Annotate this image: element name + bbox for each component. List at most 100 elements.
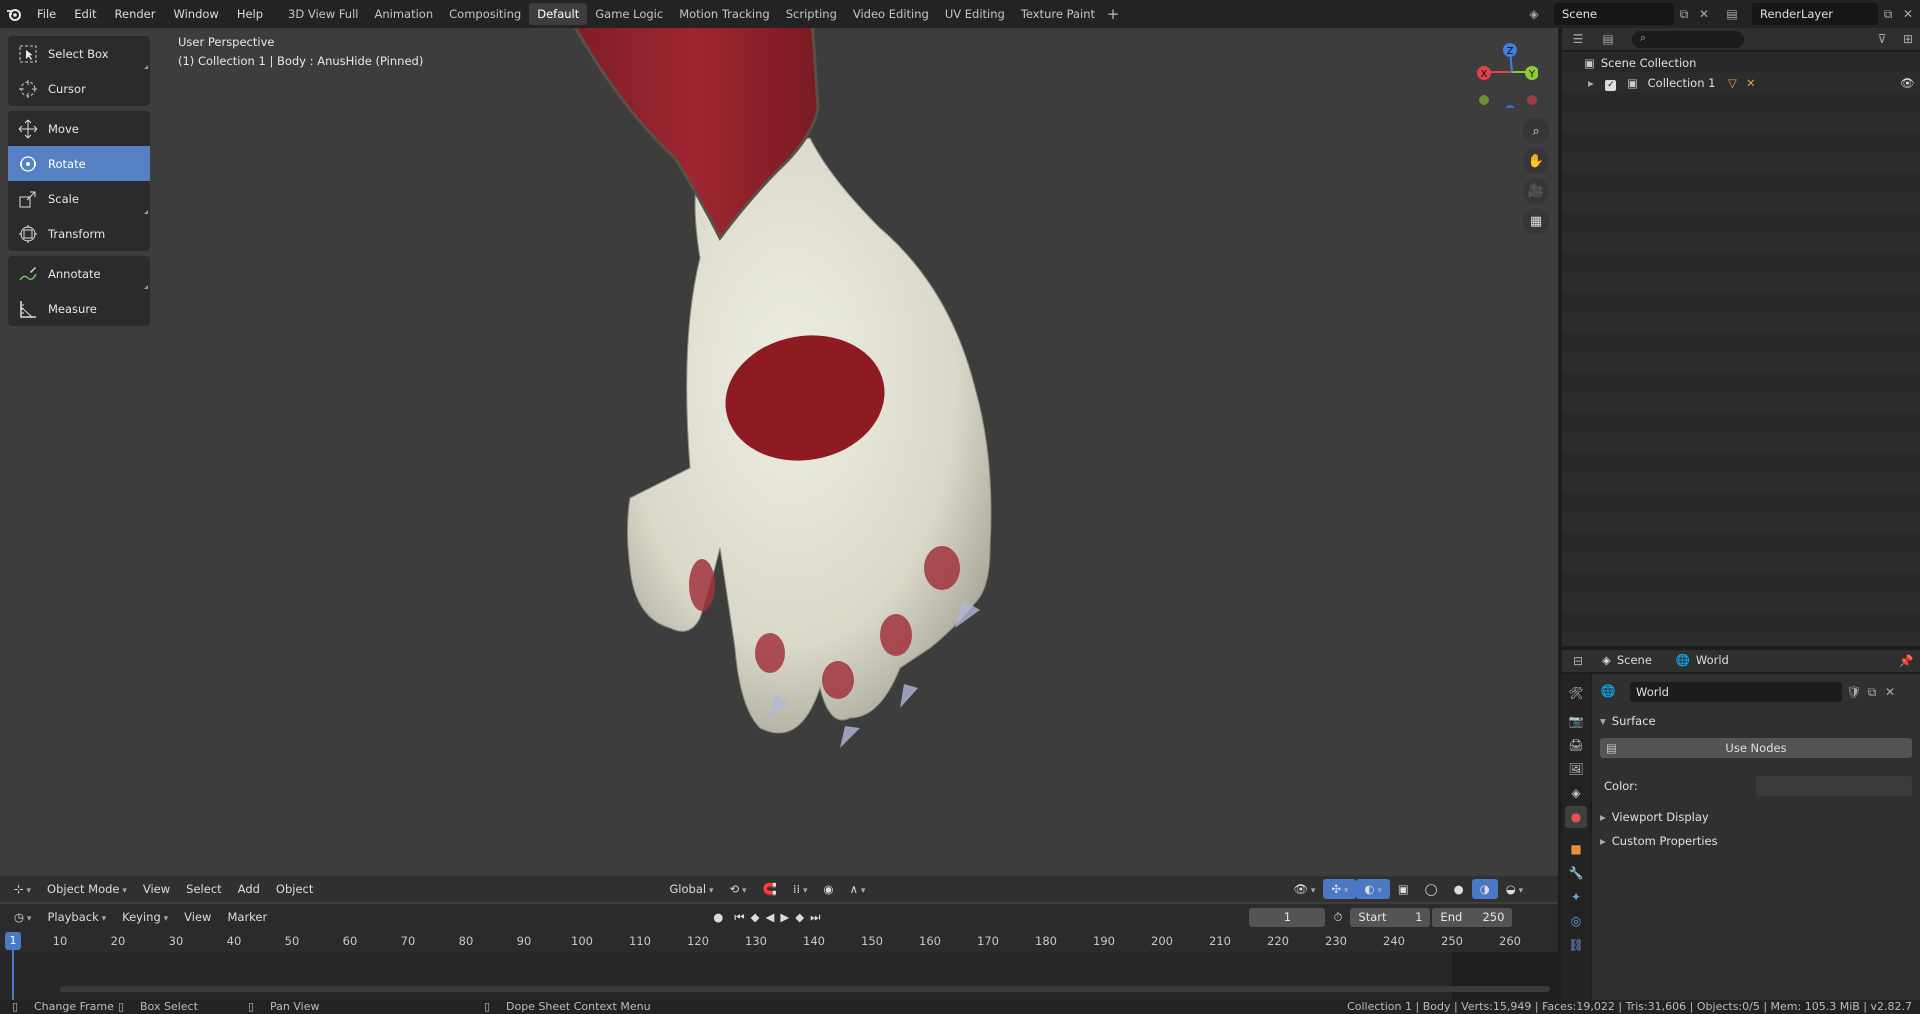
prev-keyframe-icon[interactable]: ◆ [748,907,763,927]
renderlayer-new-icon[interactable]: ⧉ [1878,4,1898,24]
object-tab-icon[interactable]: ■ [1565,838,1587,860]
navigation-gizmo[interactable]: X Y Z [1468,38,1539,115]
tab-scripting[interactable]: Scripting [778,3,845,25]
pivot-icon[interactable]: ⟲ [721,879,754,899]
snap-icon[interactable]: 🧲 [755,879,785,899]
world-browse-icon[interactable]: 🌐 [1598,681,1618,701]
orientation-dropdown[interactable]: Global [661,879,721,899]
timeline-editor-icon[interactable]: ◷ [6,907,39,927]
tab-motion-tracking[interactable]: Motion Tracking [671,3,778,25]
scene-tab-icon[interactable]: ◈ [1565,782,1587,804]
tool-cursor[interactable]: Cursor [8,71,150,106]
world-unlink-icon[interactable]: ✕ [1880,682,1900,702]
visibility-eye-icon[interactable]: 👁 [1900,73,1915,93]
world-new-icon[interactable]: ⧉ [1862,682,1882,702]
expand-arrow-icon[interactable]: ▸ [1588,76,1594,90]
menu-render[interactable]: Render [106,0,165,28]
jump-start-icon[interactable]: ⏮ [731,907,747,927]
scene-browse-icon[interactable]: ◈ [1524,4,1544,24]
tool-transform[interactable]: Transform [8,216,150,251]
tool-measure[interactable]: Measure [8,291,150,326]
particles-tab-icon[interactable]: ✦ [1565,886,1587,908]
play-icon[interactable]: ▶ [777,907,792,927]
menu-view[interactable]: View [135,879,178,899]
3d-viewport[interactable]: User Perspective (1) Collection 1 | Body… [0,28,1558,904]
playhead-line[interactable] [12,950,14,1000]
tool-select-box[interactable]: Select Box [8,36,150,71]
shading-wireframe-icon[interactable]: ◯ [1417,879,1446,899]
properties-editor-icon[interactable]: ⊟ [1568,651,1588,671]
overlay-toggle-icon[interactable]: ◐ [1356,879,1390,899]
menu-help[interactable]: Help [228,0,272,28]
tab-texture-paint[interactable]: Texture Paint [1013,3,1103,25]
timeline-track-area[interactable] [0,952,1558,1000]
scene-new-icon[interactable]: ⧉ [1674,4,1694,24]
include-checkbox-icon[interactable]: ✓ [1605,80,1617,91]
falloff-icon[interactable]: ∧ [842,879,874,899]
constraints-tab-icon[interactable]: ⛓ [1565,934,1587,956]
pan-hand-icon[interactable]: ✋ [1523,148,1549,174]
play-reverse-icon[interactable]: ◀ [763,907,778,927]
outliner-scene-collection[interactable]: ▣ Scene Collection [1584,53,1696,73]
end-frame-field[interactable]: End 250 [1432,907,1513,927]
surface-panel-header[interactable]: ▾ Surface [1600,714,1656,728]
tool-rotate[interactable]: Rotate [8,146,150,181]
menu-select[interactable]: Select [178,879,229,899]
jump-end-icon[interactable]: ⏭ [807,907,823,927]
menu-timeline-view[interactable]: View [176,907,219,927]
scene-name-field[interactable]: Scene [1554,3,1674,25]
preview-range-icon[interactable]: ⏱ [1325,907,1350,927]
add-workspace-icon[interactable]: + [1103,5,1123,23]
blender-logo-icon[interactable] [0,0,28,28]
tool-move[interactable]: Move [8,111,150,146]
renderlayer-close-icon[interactable]: ✕ [1898,4,1918,24]
menu-file[interactable]: File [28,0,65,28]
pin-icon[interactable]: 📌 [1896,651,1916,671]
shading-solid-icon[interactable]: ● [1446,879,1472,899]
playhead-frame-indicator[interactable]: 1 [5,932,21,950]
new-collection-icon[interactable]: ⊞ [1898,29,1918,49]
shading-material-icon[interactable]: ◑ [1471,879,1498,899]
outliner-collection-1[interactable]: ▸ ✓ ▣ Collection 1 ▽ ✕ 👁 [1588,73,1920,93]
editor-type-icon[interactable]: ⊹ [6,879,39,899]
view-layer-tab-icon[interactable]: 🖼 [1565,758,1587,780]
camera-icon[interactable]: 🎥 [1523,178,1549,204]
world-tab-icon[interactable]: ● [1565,806,1587,828]
xray-icon[interactable]: ▣ [1390,879,1417,899]
outliner-search-input[interactable]: ⌕ [1632,31,1744,48]
use-nodes-button[interactable]: ▤ Use Nodes [1600,738,1912,758]
menu-playback[interactable]: Playback [39,907,114,927]
gizmo-toggle-icon[interactable]: ✣ [1323,879,1357,899]
filter-icon[interactable]: ⊽ [1872,29,1892,49]
shading-rendered-icon[interactable]: ◒ [1498,879,1531,899]
timeline-scrollbar[interactable] [60,986,1550,992]
menu-object[interactable]: Object [268,879,321,899]
object-mode-dropdown[interactable]: Object Mode [39,879,135,899]
snap-target-icon[interactable]: ⁞⁞ [785,879,816,899]
tab-3d-view-full[interactable]: 3D View Full [280,3,366,25]
tool-tab-icon[interactable]: 🛠 [1565,682,1587,704]
timeline-ruler[interactable]: 10 20 30 40 50 60 70 80 90 100 110 120 130 140 150 160 1… [0,930,1558,952]
custom-properties-panel-header[interactable]: ▸ Custom Properties [1600,834,1718,848]
display-mode-icon[interactable]: ▤ [1598,29,1618,49]
tool-annotate[interactable]: Annotate [8,256,150,291]
viewport-display-panel-header[interactable]: ▸ Viewport Display [1600,810,1709,824]
menu-add[interactable]: Add [230,879,268,899]
tab-game-logic[interactable]: Game Logic [587,3,671,25]
menu-window[interactable]: Window [164,0,227,28]
next-keyframe-icon[interactable]: ◆ [792,907,807,927]
menu-marker[interactable]: Marker [219,907,275,927]
fake-user-icon[interactable]: 🛡 [1844,682,1864,702]
record-icon[interactable]: ● [705,907,731,927]
physics-tab-icon[interactable]: ◎ [1565,910,1587,932]
world-name-field[interactable]: World [1630,682,1842,702]
modifier-tab-icon[interactable]: 🔧 [1565,862,1587,884]
render-layer-field[interactable]: RenderLayer [1752,3,1878,25]
output-tab-icon[interactable]: 🖨 [1565,734,1587,756]
tab-animation[interactable]: Animation [366,3,441,25]
visibility-icon[interactable]: 👁 [1285,879,1323,899]
ortho-grid-icon[interactable]: ▦ [1523,208,1549,234]
current-frame-field[interactable]: 1 [1249,907,1326,927]
outliner-editor-icon[interactable]: ☰ [1568,29,1588,49]
start-frame-field[interactable]: Start 1 [1350,907,1431,927]
